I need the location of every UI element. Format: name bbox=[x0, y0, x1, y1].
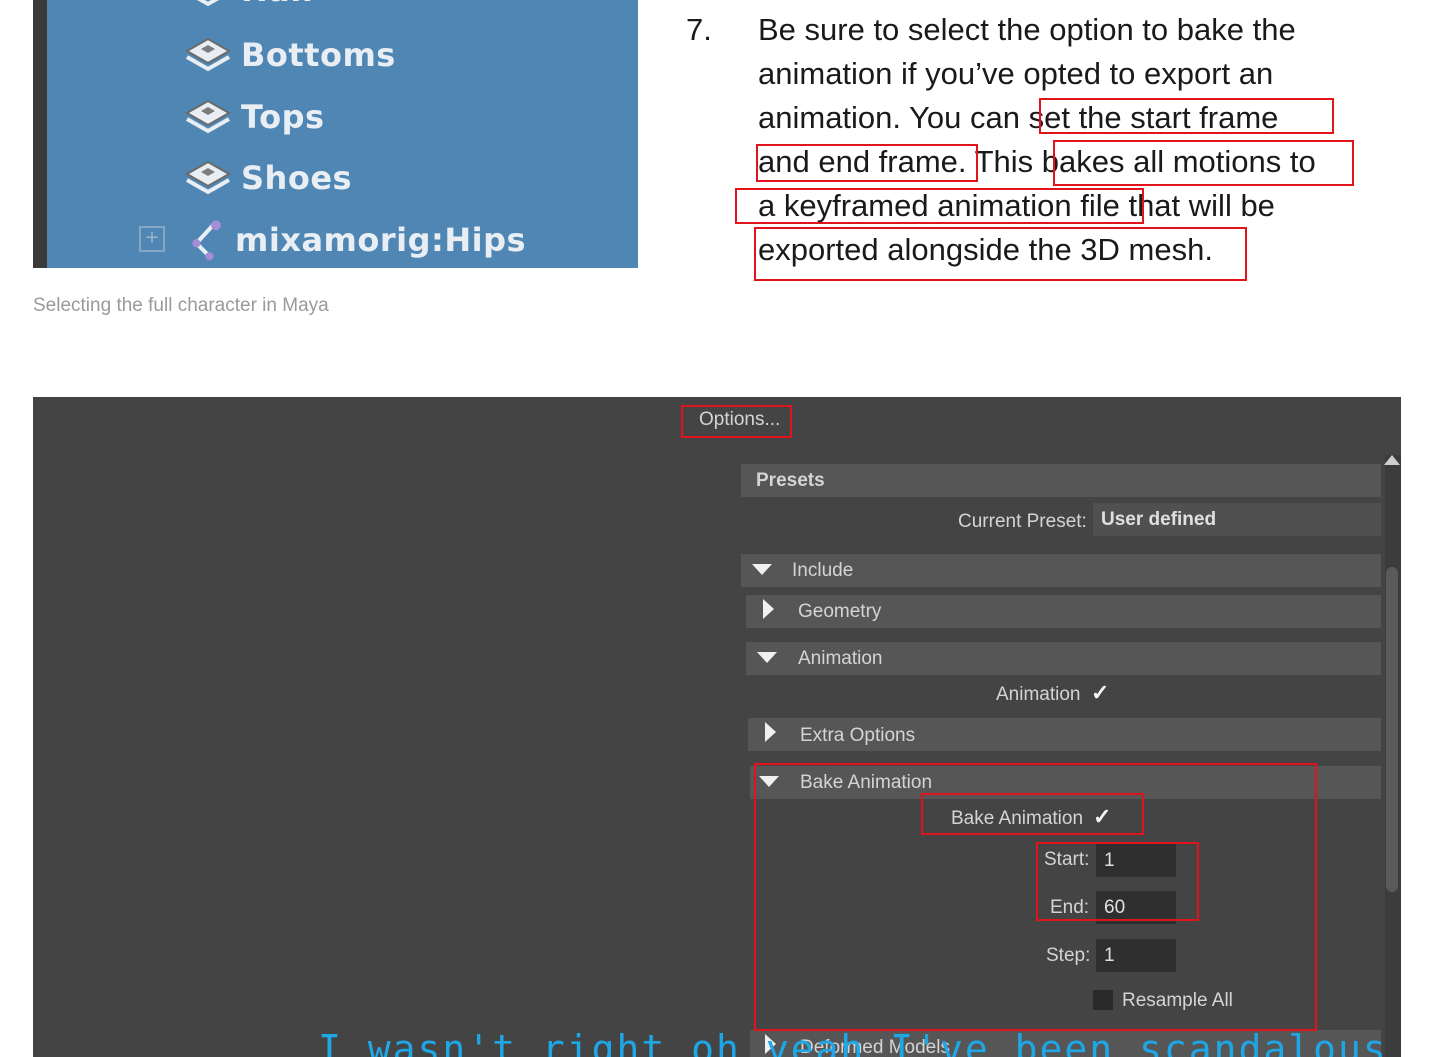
scrollbar-thumb[interactable] bbox=[1386, 567, 1398, 892]
image-caption: Selecting the full character in Maya bbox=[33, 295, 329, 316]
group-icon bbox=[196, 0, 220, 7]
expand-icon bbox=[765, 722, 776, 742]
presets-label: Presets bbox=[756, 470, 825, 491]
group-icon bbox=[184, 99, 232, 134]
outliner-item-label: mixamorig:Hips bbox=[235, 221, 527, 259]
highlight-box bbox=[754, 227, 1247, 281]
outliner-item-tops[interactable]: Tops bbox=[181, 97, 325, 137]
highlight-box bbox=[754, 763, 1317, 1031]
group-icon bbox=[184, 160, 232, 195]
expand-icon bbox=[763, 599, 774, 619]
outliner-item-label: Shoes bbox=[241, 159, 353, 197]
outliner-item-hair[interactable]: Hair bbox=[181, 0, 318, 10]
highlight-box bbox=[735, 188, 1144, 224]
highlight-box bbox=[1053, 140, 1354, 186]
outliner-item-label: Bottoms bbox=[241, 36, 396, 74]
presets-header[interactable] bbox=[741, 464, 1381, 497]
outliner-screenshot: Hair Bottoms Tops Shoes + mixamorig:Hips bbox=[33, 0, 638, 268]
highlight-box bbox=[681, 405, 792, 438]
joint-icon bbox=[192, 220, 221, 261]
step-number: 7. bbox=[686, 12, 712, 47]
video-subtitle: I wasn't right oh yeah I've been scandal… bbox=[318, 1027, 1388, 1057]
outliner-item-bottoms[interactable]: Bottoms bbox=[181, 35, 396, 75]
collapse-icon bbox=[757, 652, 777, 663]
extra-options-section-label: Extra Options bbox=[800, 725, 916, 746]
article-line: Be sure to select the option to bake the bbox=[758, 12, 1296, 47]
scroll-up-icon[interactable] bbox=[1384, 455, 1400, 465]
animation-checkbox-label: Animation bbox=[996, 684, 1081, 705]
animation-checkbox[interactable]: ✓ bbox=[1091, 680, 1109, 706]
geometry-section-label: Geometry bbox=[798, 601, 882, 622]
outliner-item-hips[interactable]: mixamorig:Hips bbox=[185, 214, 526, 266]
current-preset-value: User defined bbox=[1101, 509, 1217, 530]
expand-icon[interactable]: + bbox=[139, 226, 165, 252]
current-preset-label: Current Preset: bbox=[958, 511, 1087, 532]
collapse-icon bbox=[752, 564, 772, 575]
outliner-item-shoes[interactable]: Shoes bbox=[181, 158, 352, 198]
outliner-item-label: Hair bbox=[241, 0, 318, 9]
outliner-item-label: Tops bbox=[241, 98, 325, 136]
highlight-box bbox=[756, 144, 978, 182]
article-line: animation if you’ve opted to export an bbox=[758, 56, 1274, 91]
animation-section-label: Animation bbox=[798, 648, 883, 669]
group-icon bbox=[184, 37, 232, 72]
include-section-label: Include bbox=[792, 560, 854, 581]
highlight-box bbox=[1039, 98, 1334, 134]
outliner-frame bbox=[33, 0, 47, 268]
maya-export-screenshot: Options... Presets Current Preset: User … bbox=[33, 397, 1401, 1057]
current-preset-dropdown[interactable]: User defined bbox=[1093, 503, 1381, 536]
